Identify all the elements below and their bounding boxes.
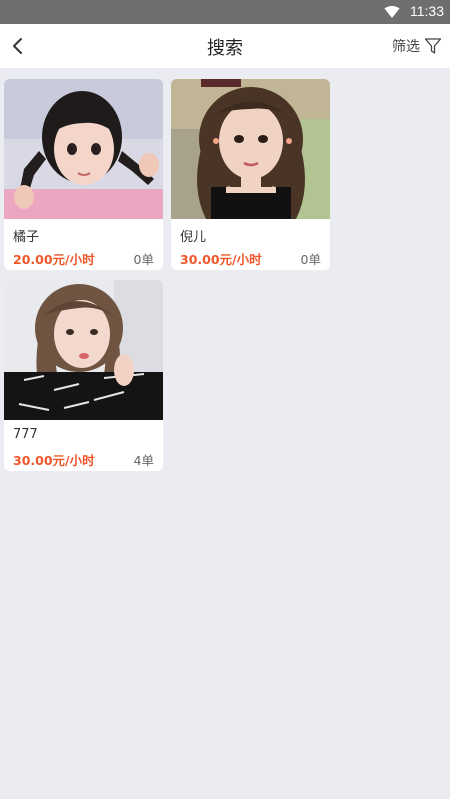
result-price: 20.00元/小时 [13,252,95,267]
result-orders: 0单 [300,252,321,267]
result-name: 橘子 [13,230,40,245]
result-card[interactable]: 橘子 20.00元/小时 0单 [4,79,163,270]
result-name: 倪儿 [180,230,207,245]
result-card[interactable]: 倪儿 30.00元/小时 0单 [171,79,330,270]
page-title: 搜索 [207,38,243,59]
status-time: 11:33 [410,3,444,19]
result-name: 777 [13,427,38,442]
filter-button[interactable]: 筛选 [392,34,442,58]
nav-bar: 搜索 筛选 [0,24,450,68]
funnel-icon [424,38,442,54]
profile-photo [4,280,163,420]
wifi-icon [384,6,400,19]
result-orders: 4单 [133,453,154,468]
status-bar: 11:33 [0,0,450,24]
filter-label: 筛选 [392,39,420,55]
profile-photo [171,79,330,219]
result-card[interactable]: 777 30.00元/小时 4单 [4,280,163,471]
result-price: 30.00元/小时 [180,252,262,267]
profile-photo [4,79,163,219]
result-price: 30.00元/小时 [13,453,95,468]
result-orders: 0单 [133,252,154,267]
